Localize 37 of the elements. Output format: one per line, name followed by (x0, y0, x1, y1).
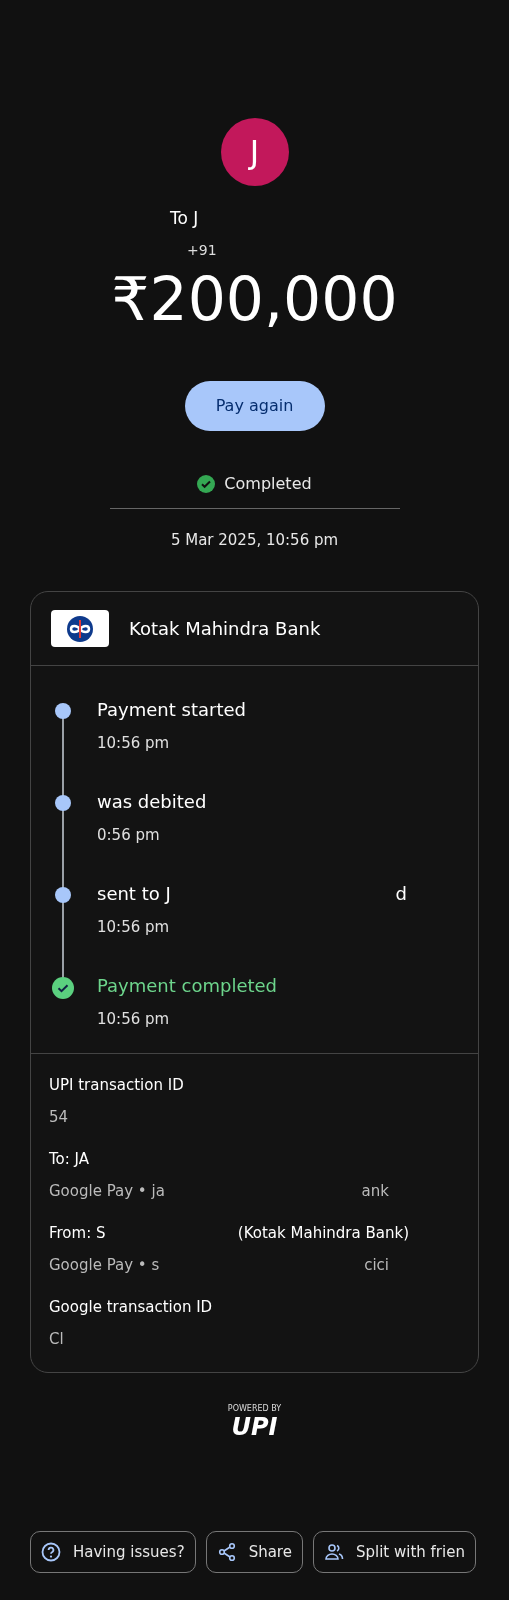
detail-value: Google Pay • s (49, 1254, 160, 1276)
bank-logo-icon (51, 610, 109, 647)
step-title: was debited (97, 793, 207, 811)
step-time: 10:56 pm (97, 917, 171, 938)
bank-name: Kotak Mahindra Bank (129, 617, 321, 641)
split-button[interactable]: Split with frien (312, 1531, 476, 1573)
help-icon (41, 1542, 61, 1562)
detail-label: From: S (49, 1223, 106, 1244)
step-title: Payment started (97, 701, 246, 719)
detail-label: (Kotak Mahindra Bank) (237, 1223, 409, 1244)
recipient-name: To J (170, 207, 200, 230)
step-time: 0:56 pm (97, 825, 161, 846)
detail-label: Google transaction ID (49, 1297, 213, 1318)
pay-again-button[interactable]: Pay again (184, 380, 325, 431)
phone-number: +91 (187, 240, 218, 260)
share-button[interactable]: Share (205, 1531, 303, 1573)
step-title: Payment completed (97, 977, 278, 995)
detail-value: Cl (49, 1328, 64, 1350)
upi-caption: POWERED BY (227, 1403, 282, 1415)
status-label: Completed (224, 472, 312, 495)
detail-value: Google Pay • ja (49, 1180, 165, 1202)
detail-value: 54 (49, 1106, 69, 1128)
transaction-date: 5 Mar 2025, 10:56 pm (169, 529, 340, 551)
step-time: 10:56 pm (97, 733, 171, 754)
step-title: sent to J (97, 885, 171, 903)
amount: ₹200,000 (110, 262, 399, 335)
step-time: 10:56 pm (97, 1009, 171, 1030)
detail-value: cici (364, 1254, 389, 1276)
detail-value: ank (361, 1180, 389, 1202)
detail-label: To: JA (49, 1149, 90, 1170)
help-button[interactable]: Having issues? (30, 1531, 196, 1573)
step-title: d (395, 885, 407, 903)
upi-logo: UPI (231, 1415, 278, 1439)
people-icon (323, 1542, 344, 1562)
share-icon (216, 1542, 237, 1562)
detail-label: UPI transaction ID (49, 1075, 184, 1096)
avatar: J (220, 118, 289, 186)
